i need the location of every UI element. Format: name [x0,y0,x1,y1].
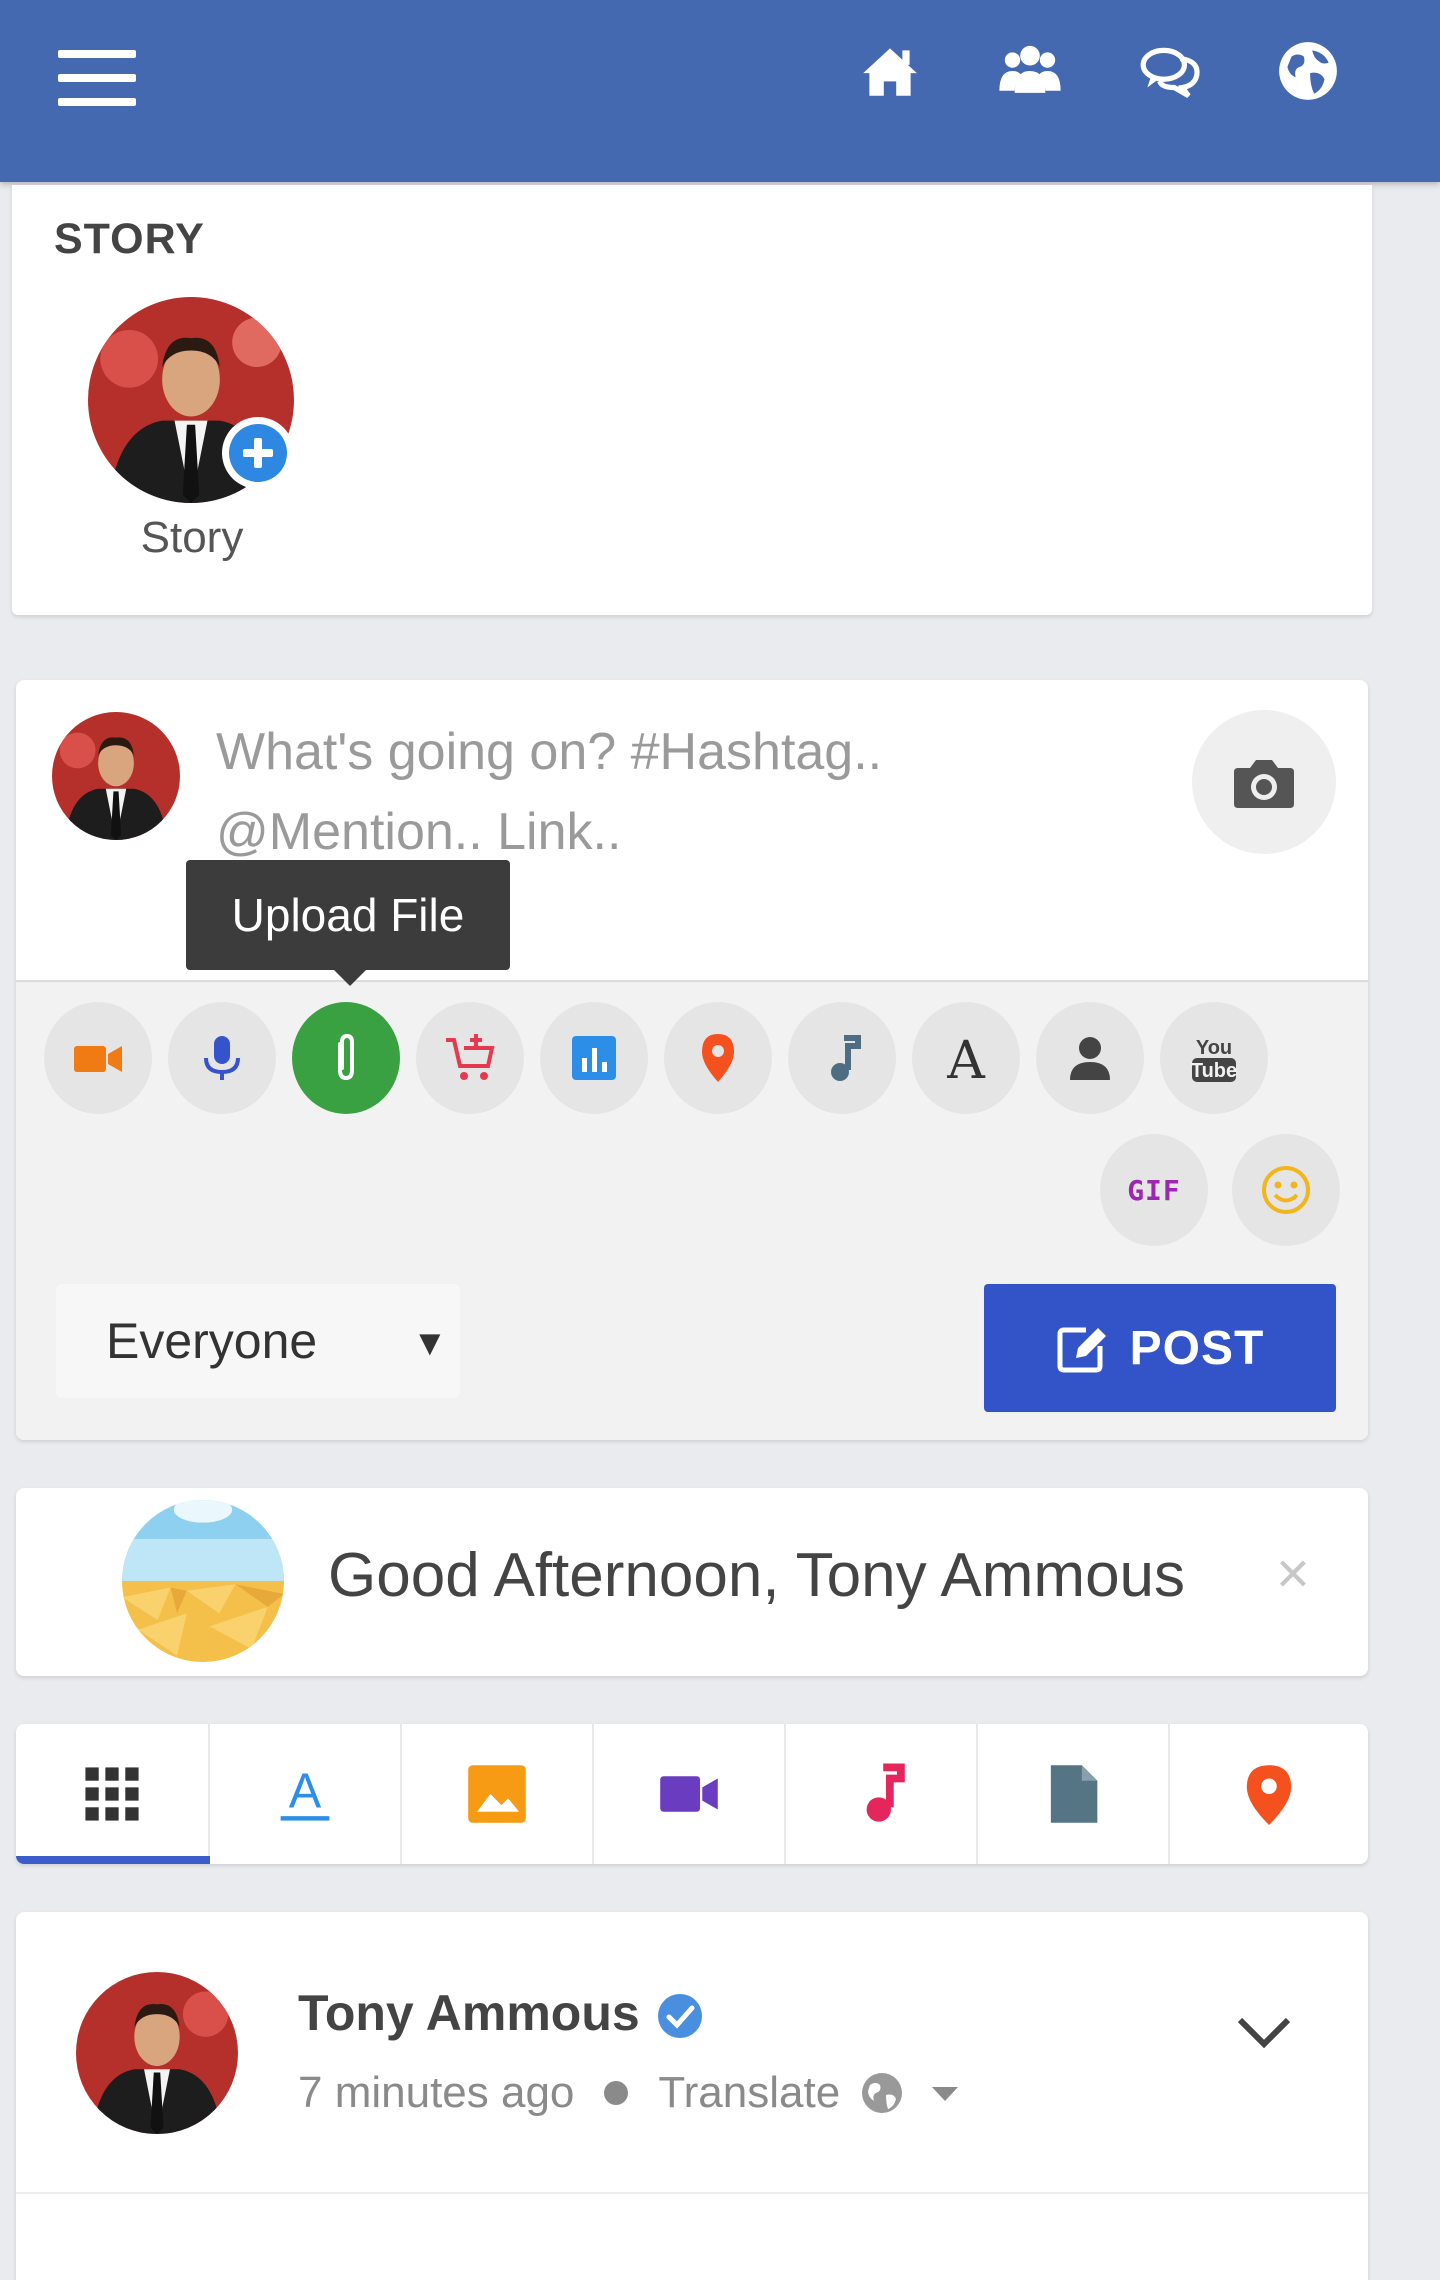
verified-badge-icon [658,1994,702,2038]
gif-button[interactable]: GIF [1100,1134,1208,1246]
videocam-icon [660,1776,718,1812]
active-tab-indicator [16,1856,210,1864]
story-card: STORY Story [12,185,1372,615]
create-poll-button[interactable] [540,1002,648,1114]
story-label: Story [140,513,244,562]
add-music-button[interactable] [788,1002,896,1114]
translate-link[interactable]: Translate [658,2068,840,2118]
post-time[interactable]: 7 minutes ago [298,2068,574,2118]
upload-file-tooltip: Upload File [186,860,510,986]
separator-dot [604,2081,629,2105]
tab-videos[interactable] [594,1724,786,1864]
file-icon [1050,1765,1098,1823]
tab-text[interactable]: A [210,1724,402,1864]
post-button[interactable]: POST [984,1284,1336,1412]
text-underline-icon: A [280,1764,330,1821]
composer-avatar [52,712,180,840]
youtube-icon: You Tube [1191,1037,1237,1082]
cart-plus-icon [446,1034,495,1080]
upload-file-button[interactable] [292,1002,400,1114]
add-location-button[interactable] [664,1002,772,1114]
paperclip-icon [338,1033,354,1081]
poll-icon [572,1036,616,1080]
map-marker-icon [1246,1765,1292,1825]
post-filter-tabs: A [16,1724,1368,1864]
grid-icon [85,1767,139,1821]
top-navbar [0,0,1440,182]
audio-record-button[interactable] [168,1002,276,1114]
add-story-icon[interactable] [222,417,294,489]
camera-button[interactable] [1192,710,1336,854]
svg-text:A: A [289,1764,322,1818]
camera-icon [1234,760,1294,808]
post-card: Tony Ammous 7 minutes ago Translate [16,1912,1368,2280]
video-camera-icon [74,1046,122,1072]
colored-text-button[interactable]: A [912,1002,1020,1114]
globe-icon[interactable] [1268,36,1348,106]
privacy-select[interactable]: Everyone [56,1284,460,1398]
sell-product-button[interactable] [416,1002,524,1114]
tab-all[interactable] [16,1724,210,1864]
smile-icon [1262,1166,1310,1214]
caret-down-icon[interactable] [930,2083,960,2103]
text-font-icon: A [946,1031,986,1086]
map-marker-icon [702,1034,734,1082]
gif-icon: GIF [1127,1173,1181,1207]
edit-icon [1057,1327,1106,1373]
image-icon [468,1765,526,1823]
post-button-label: POST [1129,1321,1265,1375]
post-meta: 7 minutes ago Translate [298,2068,960,2118]
hamburger-icon[interactable] [58,50,136,106]
globe-icon[interactable] [860,2071,904,2115]
greeting-text: Good Afternoon, Tony Ammous [328,1541,1186,1610]
tab-photos[interactable] [402,1724,594,1864]
chevron-down-icon[interactable] [1234,2012,1294,2052]
close-icon[interactable]: × [1276,1540,1310,1607]
post-author-name[interactable]: Tony Ammous [298,1984,640,2042]
privacy-value: Everyone [106,1313,318,1369]
tab-files[interactable] [978,1724,1170,1864]
tab-places[interactable] [1170,1724,1368,1864]
svg-text:You: You [1196,1037,1232,1059]
caret-down-icon: ▼ [412,1322,448,1363]
svg-text:Tube: Tube [1191,1060,1237,1082]
microphone-icon [204,1036,240,1080]
messages-icon[interactable] [1130,36,1210,106]
sunny-field-illustration [122,1500,284,1662]
svg-text:A: A [946,1031,986,1086]
music-note-icon [831,1035,861,1081]
music-note-icon [866,1763,905,1822]
post-text-input[interactable]: What's going on? #Hashtag.. @Mention.. L… [216,712,976,872]
home-icon[interactable] [850,36,930,106]
story-heading: STORY [54,215,205,263]
placeholder-line-1: What's going on? #Hashtag.. [216,723,883,781]
video-upload-button[interactable] [44,1002,152,1114]
youtube-button[interactable]: You Tube [1160,1002,1268,1114]
feeling-person-button[interactable] [1036,1002,1144,1114]
emoji-button[interactable] [1232,1134,1340,1246]
greeting-card: Good Afternoon, Tony Ammous × [16,1488,1368,1676]
tab-music[interactable] [786,1724,978,1864]
groups-icon[interactable] [990,36,1070,106]
nav-overflow-caret[interactable] [1430,60,1440,80]
post-author-avatar[interactable] [76,1972,238,2134]
person-icon [1070,1037,1110,1080]
post-divider [16,2192,1368,2194]
